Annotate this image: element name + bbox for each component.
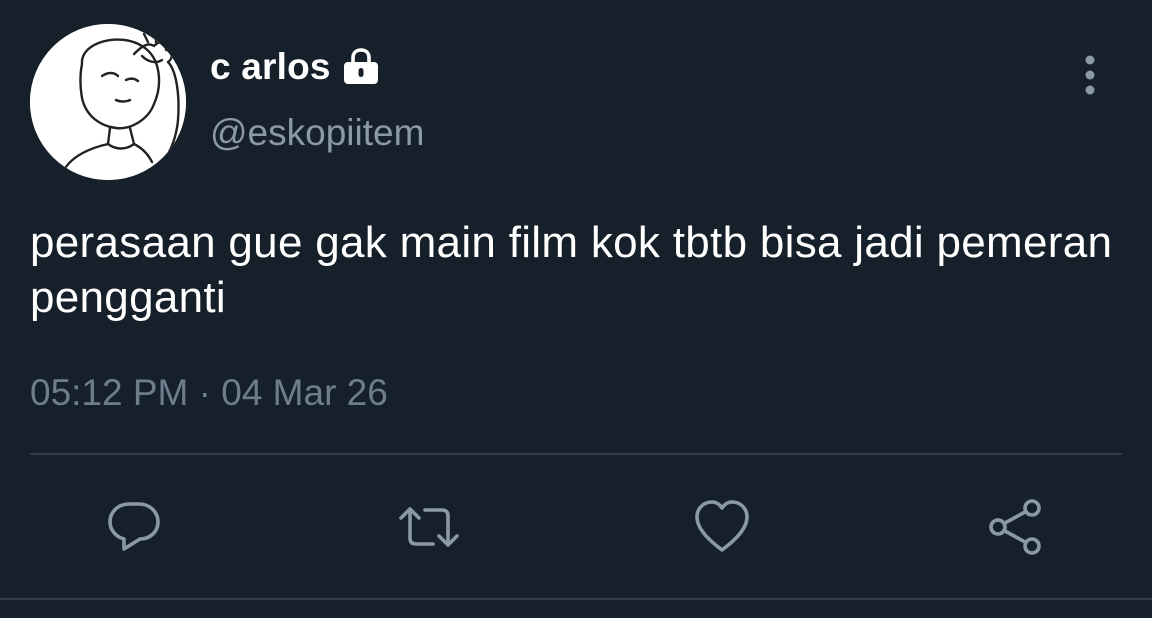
divider	[30, 453, 1122, 455]
share-button[interactable]	[984, 495, 1048, 559]
tweet-timestamp[interactable]: 05:12 PM · 04 Mar 26	[30, 372, 388, 414]
retweet-icon	[399, 507, 459, 547]
display-name[interactable]: c arlos	[210, 46, 331, 88]
tweet-actions	[0, 495, 1152, 559]
reply-icon	[108, 502, 160, 551]
display-name-row: c arlos	[210, 44, 381, 90]
like-button[interactable]	[690, 495, 754, 559]
share-icon	[989, 499, 1041, 555]
tweet-text: perasaan gue gak main film kok tbtb bisa…	[30, 218, 1113, 322]
user-handle[interactable]: @eskopiitem	[210, 112, 424, 154]
lock-icon	[341, 47, 381, 87]
avatar[interactable]	[30, 24, 186, 180]
reply-button[interactable]	[102, 495, 166, 559]
heart-icon	[695, 500, 749, 552]
tweet-card: c arlos @eskopiitem perasaan gue gak mai…	[0, 0, 1152, 618]
bottom-divider	[0, 598, 1152, 600]
more-vertical-icon	[1085, 55, 1095, 95]
more-options-button[interactable]	[1070, 52, 1110, 98]
retweet-button[interactable]	[397, 495, 461, 559]
facepalm-avatar-icon	[30, 24, 186, 180]
